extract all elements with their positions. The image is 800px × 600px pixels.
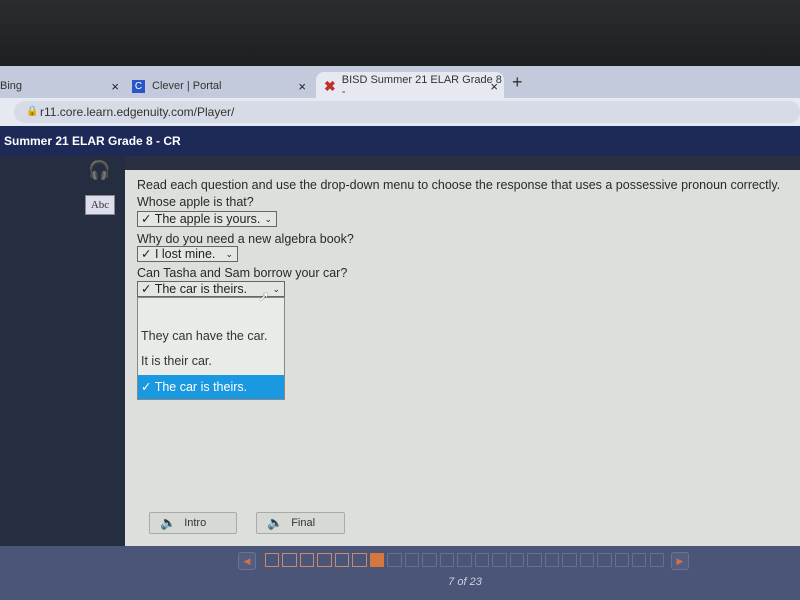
- chevron-down-icon: ⌄: [272, 284, 280, 294]
- question-3: Can Tasha and Sam borrow your car?: [137, 266, 348, 280]
- tab-bar: Bing × C Clever | Portal × ✖ BISD Summer 21 …: [0, 66, 800, 100]
- close-icon[interactable]: ×: [111, 79, 119, 94]
- next-page-button[interactable]: ▶: [671, 552, 689, 570]
- tab-label: Clever | Portal: [152, 80, 222, 92]
- lock-icon: 🔒: [26, 106, 39, 117]
- page-indicator[interactable]: [474, 553, 490, 568]
- page-indicator[interactable]: [282, 553, 297, 568]
- dropdown-option[interactable]: It is their car.: [138, 349, 284, 373]
- page-indicator-current[interactable]: [369, 553, 385, 568]
- dropdown-option[interactable]: They can have the car.: [138, 324, 284, 348]
- content-top-bar: [125, 156, 800, 170]
- tab-clever[interactable]: C Clever | Portal ×: [132, 72, 312, 100]
- selected-answer: ✓ The apple is yours.: [141, 212, 261, 226]
- page-indicator[interactable]: [422, 553, 437, 568]
- mouse-cursor-icon: ➚: [258, 288, 270, 304]
- selected-answer: ✓ The car is theirs.: [141, 282, 248, 296]
- previous-page-button[interactable]: ◀: [238, 552, 256, 570]
- tab-bisd[interactable]: ✖ BISD Summer 21 ELAR Grade 8 - ×: [316, 72, 504, 100]
- course-header: Summer 21 ELAR Grade 8 - CR: [0, 126, 800, 156]
- page-indicator[interactable]: [492, 553, 507, 568]
- intro-label: Intro: [184, 517, 207, 529]
- dictionary-icon[interactable]: Abc: [85, 195, 115, 215]
- tab-label: Bing: [0, 80, 23, 92]
- selected-answer: ✓ I lost mine.: [141, 247, 216, 261]
- page-indicator[interactable]: [404, 553, 420, 568]
- page-indicator[interactable]: [265, 553, 280, 568]
- page-indicator[interactable]: [632, 553, 647, 568]
- page-indicator[interactable]: [457, 553, 472, 568]
- page-indicator[interactable]: [597, 553, 612, 568]
- page-indicator[interactable]: [579, 553, 595, 568]
- answer-dropdown-1[interactable]: ✓ The apple is yours. ⌄: [137, 211, 277, 227]
- url-input[interactable]: 🔒 r11.core.learn.edgenuity.com/Player/: [14, 101, 800, 123]
- page-indicator[interactable]: [649, 553, 664, 568]
- question-2: Why do you need a new algebra book?: [137, 232, 354, 246]
- page-indicator[interactable]: [509, 553, 525, 568]
- url-text: r11.core.learn.edgenuity.com/Player/: [40, 105, 235, 119]
- page-indicator[interactable]: [614, 553, 629, 568]
- question-1: Whose apple is that?: [137, 195, 254, 209]
- dropdown-list: They can have the car. It is their car. …: [137, 297, 285, 400]
- page-indicator[interactable]: [387, 553, 402, 568]
- tab-bing[interactable]: Bing ×: [0, 72, 125, 100]
- page-indicators: [265, 553, 664, 569]
- page-indicator[interactable]: [352, 553, 367, 568]
- clever-icon: C: [132, 79, 145, 93]
- chevron-down-icon: ⌄: [225, 249, 233, 259]
- page-indicator[interactable]: [299, 553, 315, 568]
- page-indicator[interactable]: [317, 553, 332, 568]
- intro-audio-button[interactable]: 🔈 Intro: [149, 512, 237, 534]
- speaker-icon: 🔈: [267, 515, 284, 530]
- screen-bezel: [0, 0, 800, 66]
- address-bar: 🔒 r11.core.learn.edgenuity.com/Player/: [0, 98, 800, 126]
- final-label: Final: [291, 517, 316, 529]
- chevron-down-icon: ⌄: [264, 214, 272, 224]
- page-indicator[interactable]: [527, 553, 542, 568]
- edgenuity-x-icon: ✖: [324, 77, 336, 94]
- speaker-icon: 🔈: [160, 515, 177, 530]
- final-audio-button[interactable]: 🔈 Final: [256, 512, 345, 534]
- page-indicator[interactable]: [544, 553, 560, 568]
- answer-dropdown-2[interactable]: ✓ I lost mine. ⌄: [137, 246, 238, 262]
- instructions: Read each question and use the drop-down…: [137, 178, 781, 192]
- page-indicator[interactable]: [439, 553, 455, 568]
- close-icon[interactable]: ×: [298, 79, 306, 94]
- tab-label: BISD Summer 21 ELAR Grade 8 -: [341, 74, 502, 98]
- course-title: Summer 21 ELAR Grade 8 - CR: [4, 134, 181, 148]
- close-icon[interactable]: ×: [490, 79, 498, 94]
- page-indicator[interactable]: [334, 553, 350, 568]
- new-tab-button[interactable]: +: [512, 72, 523, 93]
- dropdown-option-selected[interactable]: ✓ The car is theirs.: [138, 375, 284, 399]
- page-counter: 7 of 23: [448, 576, 482, 588]
- headphones-icon[interactable]: 🎧: [88, 160, 110, 181]
- page-indicator[interactable]: [562, 553, 577, 568]
